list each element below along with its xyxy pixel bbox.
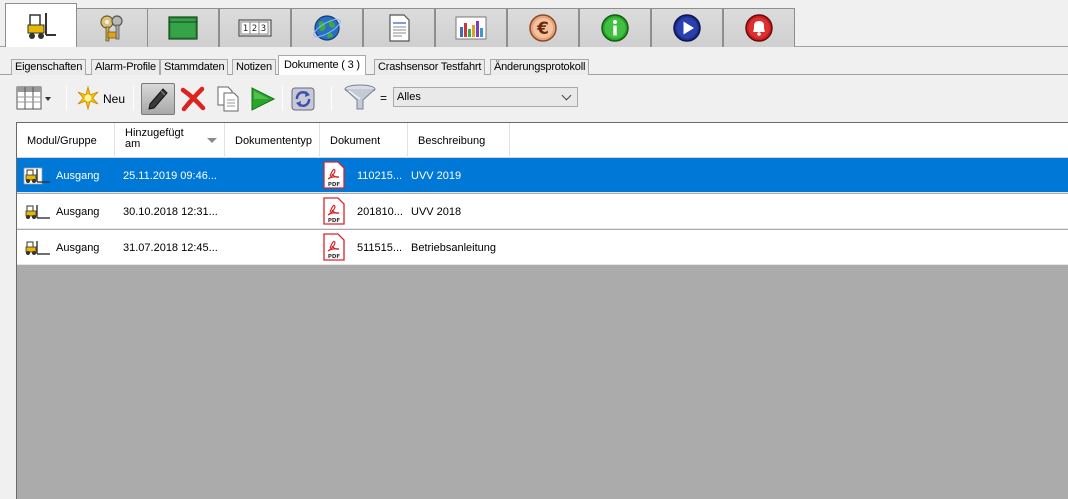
sort-desc-icon xyxy=(207,138,217,143)
filter-select[interactable]: Alles xyxy=(393,87,578,107)
tab-document[interactable] xyxy=(363,8,435,47)
new-button[interactable] xyxy=(74,84,102,112)
cell-document: 511515... xyxy=(357,241,403,254)
forklift-icon xyxy=(23,167,50,185)
column-header-modul[interactable]: Modul/Gruppe xyxy=(17,123,115,158)
filter-funnel-icon xyxy=(344,84,376,110)
svg-text:3: 3 xyxy=(261,24,266,34)
tab-stammdaten[interactable]: Stammdaten xyxy=(160,59,229,75)
tab-notizen[interactable]: Notizen xyxy=(232,59,276,75)
edit-button[interactable] xyxy=(141,83,175,115)
pen-icon xyxy=(148,88,168,110)
keys-icon xyxy=(100,15,123,42)
delete-button[interactable] xyxy=(178,84,208,114)
cell-document: 201810... xyxy=(357,205,403,218)
copy-button[interactable] xyxy=(213,84,243,114)
table-row[interactable]: Ausgang 25.11.2019 09:46... PDF 110215..… xyxy=(17,158,1068,193)
euro-icon: € xyxy=(529,14,557,42)
svg-text:2: 2 xyxy=(252,24,257,34)
filter-equals-label: = xyxy=(380,91,388,105)
tab-keys[interactable] xyxy=(76,8,148,47)
cell-modul: Ausgang xyxy=(56,205,100,218)
chevron-down-icon xyxy=(561,90,572,101)
documents-toolbar: Neu = Alles xyxy=(0,78,1068,120)
documents-grid: Modul/Gruppe Hinzugefügt am Dokumententy… xyxy=(16,122,1068,499)
svg-text:PDF: PDF xyxy=(328,218,341,224)
tab-info[interactable] xyxy=(579,8,651,47)
tab-counter[interactable]: 1 2 3 xyxy=(219,8,291,47)
forklift-icon xyxy=(27,12,56,39)
play-arrow-icon xyxy=(251,87,276,111)
svg-text:1: 1 xyxy=(243,24,248,34)
column-header-description[interactable]: Beschreibung xyxy=(408,123,510,158)
tab-euro[interactable]: € xyxy=(507,8,579,47)
cell-description: UVV 2018 xyxy=(411,205,462,218)
tab-dokumente[interactable]: Dokumente ( 3 ) xyxy=(278,55,366,75)
table-row[interactable]: Ausgang 31.07.2018 12:45... PDF 511515..… xyxy=(17,230,1068,265)
toolbar-separator xyxy=(66,86,67,110)
tab-alarm[interactable] xyxy=(723,8,795,47)
module-tab-strip: 1 2 3 € xyxy=(0,0,1068,47)
svg-text:PDF: PDF xyxy=(328,254,341,260)
grid-header: Modul/Gruppe Hinzugefügt am Dokumententy… xyxy=(17,123,1068,158)
cell-description: UVV 2019 xyxy=(411,169,462,182)
green-book-icon xyxy=(168,16,198,40)
cell-added: 30.10.2018 12:31... xyxy=(123,205,218,218)
tab-forklift[interactable] xyxy=(5,3,77,47)
filter-select-value: Alles xyxy=(397,91,421,103)
cell-document: 110215... xyxy=(357,169,403,182)
pdf-file-icon: PDF xyxy=(323,161,345,189)
alarm-bell-icon xyxy=(745,14,773,42)
tab-eigenschaften[interactable]: Eigenschaften xyxy=(11,59,87,75)
svg-text:PDF: PDF xyxy=(328,182,341,188)
toolbar-separator xyxy=(133,86,134,110)
tab-play[interactable] xyxy=(651,8,723,47)
delete-x-icon xyxy=(180,86,206,112)
tab-aenderungsprotokoll[interactable]: Änderungsprotokoll xyxy=(490,59,590,75)
bar-chart-icon xyxy=(455,16,487,40)
play-icon xyxy=(673,14,701,42)
cell-description: Betriebsanleitung xyxy=(411,241,497,254)
pdf-file-icon: PDF xyxy=(323,197,345,225)
grid-columns-icon xyxy=(16,86,51,110)
tab-green-book[interactable] xyxy=(147,8,219,47)
globe-icon xyxy=(313,15,341,41)
forklift-icon xyxy=(25,205,50,219)
toolbar-separator xyxy=(282,86,283,110)
cell-modul: Ausgang xyxy=(56,241,100,254)
info-icon xyxy=(601,14,629,42)
tab-globe[interactable] xyxy=(291,8,363,47)
toolbar-separator xyxy=(331,86,332,110)
cell-added: 31.07.2018 12:45... xyxy=(123,241,218,254)
pdf-file-icon: PDF xyxy=(323,233,345,261)
new-star-icon xyxy=(77,85,99,111)
cell-added: 25.11.2019 09:46... xyxy=(123,169,217,182)
svg-text:€: € xyxy=(536,19,549,39)
new-button-label[interactable]: Neu xyxy=(103,92,125,106)
tab-alarm-profile[interactable]: Alarm-Profile xyxy=(91,59,160,75)
column-layout-button[interactable] xyxy=(14,84,54,112)
copy-icon xyxy=(217,86,239,112)
tab-crashsensor-testfahrt[interactable]: Crashsensor Testfahrt xyxy=(374,59,486,75)
cell-modul: Ausgang xyxy=(56,169,100,182)
document-icon xyxy=(389,14,410,42)
table-row[interactable]: Ausgang 30.10.2018 12:31... PDF 201810..… xyxy=(17,194,1068,229)
forklift-icon xyxy=(25,241,50,255)
open-document-button[interactable] xyxy=(246,84,278,114)
detail-tab-strip: Eigenschaften Alarm-Profile Stammdaten N… xyxy=(0,47,1068,75)
counter-icon: 1 2 3 xyxy=(238,19,272,37)
tab-bar-chart[interactable] xyxy=(435,8,507,47)
refresh-button[interactable] xyxy=(288,84,318,114)
column-header-doctype[interactable]: Dokumententyp xyxy=(225,123,320,158)
refresh-icon xyxy=(291,87,315,111)
filter-button[interactable] xyxy=(342,83,378,113)
column-header-document[interactable]: Dokument xyxy=(320,123,408,158)
